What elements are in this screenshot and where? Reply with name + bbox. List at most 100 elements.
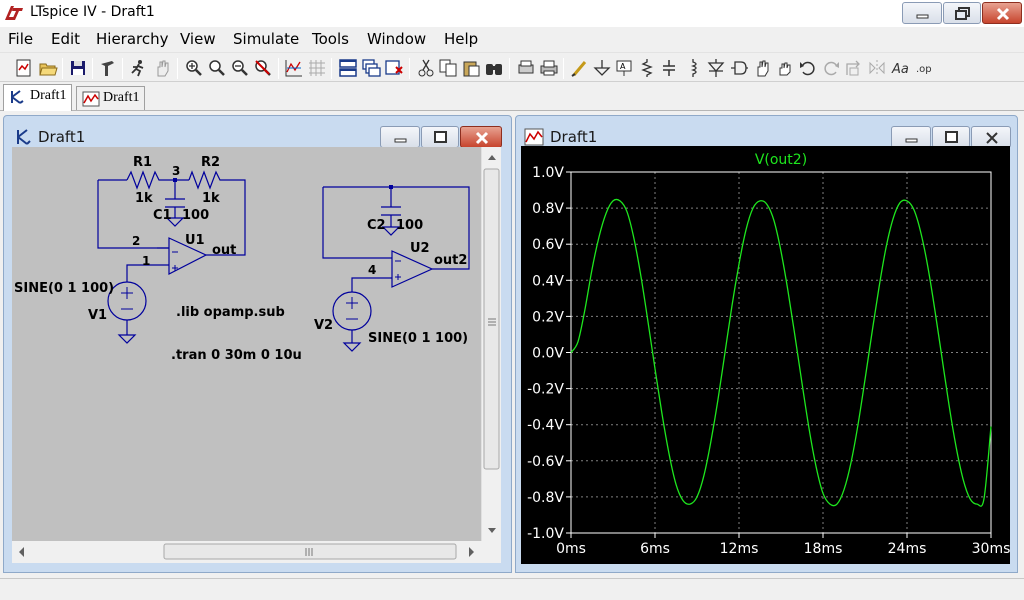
title-bar: LTspice IV - Draft1: [0, 0, 1024, 27]
ground-icon[interactable]: [592, 58, 612, 78]
menu-simulate[interactable]: Simulate: [233, 29, 299, 49]
waveform-chart[interactable]: V(out2) 1.0V 0.8V 0.6V 0.4V 0.2V 0.0V -0.2V -0.4…: [521, 146, 1010, 564]
text-icon[interactable]: Aa: [891, 58, 911, 78]
y-tick-label: 0.2V: [532, 309, 564, 325]
lib-directive[interactable]: .lib opamp.sub: [176, 305, 285, 320]
restore-button[interactable]: [943, 2, 981, 24]
menu-view[interactable]: View: [180, 29, 216, 49]
menu-edit[interactable]: Edit: [51, 29, 80, 49]
waveform-icon: [82, 91, 100, 107]
scroll-down-icon[interactable]: [488, 528, 496, 533]
y-tick-label: -0.2V: [527, 382, 564, 398]
control-panel-icon[interactable]: [98, 58, 118, 78]
menu-help[interactable]: Help: [444, 29, 478, 49]
u1-label[interactable]: U1: [185, 233, 205, 248]
r2-label[interactable]: R2: [201, 155, 220, 170]
zoom-out-icon[interactable]: [230, 58, 250, 78]
chart-title[interactable]: V(out2): [755, 152, 807, 168]
minimize-button[interactable]: [902, 2, 942, 24]
c1-label[interactable]: C1: [153, 208, 172, 223]
menu-tools[interactable]: Tools: [312, 29, 349, 49]
copy-icon[interactable]: [438, 58, 458, 78]
diode-icon[interactable]: [706, 58, 726, 78]
zoom-cancel-icon[interactable]: [253, 58, 273, 78]
v1-source-label[interactable]: SINE(0 1 100): [14, 281, 114, 296]
drag-icon[interactable]: [775, 58, 795, 78]
schematic-vertical-scrollbar[interactable]: [481, 147, 501, 541]
plot-minimize-button[interactable]: [891, 126, 931, 148]
r1-value[interactable]: 1k: [135, 191, 153, 206]
plot-window-title: Draft1: [550, 128, 598, 146]
autorange-icon[interactable]: [284, 58, 304, 78]
mirror-icon[interactable]: [867, 58, 887, 78]
c1-value[interactable]: 100: [182, 208, 209, 223]
document-tabs: Draft1 Draft1: [0, 83, 1024, 111]
menu-window[interactable]: Window: [367, 29, 426, 49]
close-icon: [996, 7, 1010, 21]
scroll-up-icon[interactable]: [488, 155, 496, 160]
print-preview-icon[interactable]: [516, 58, 536, 78]
component-icon[interactable]: [729, 58, 749, 78]
redo-icon[interactable]: [821, 58, 841, 78]
minimize-icon: [916, 14, 929, 19]
undo-icon[interactable]: [798, 58, 818, 78]
schematic-horizontal-scrollbar[interactable]: [12, 541, 481, 563]
y-tick-label: -0.6V: [527, 454, 564, 470]
v2-label[interactable]: V2: [314, 318, 333, 333]
zoom-in-icon[interactable]: [184, 58, 204, 78]
rotate-icon[interactable]: [844, 58, 864, 78]
halt-icon[interactable]: [152, 58, 172, 78]
label-net-icon[interactable]: A: [614, 58, 634, 78]
grid-icon[interactable]: [307, 58, 327, 78]
tab-label: Draft1: [30, 88, 67, 103]
y-tick-label: 1.0V: [532, 165, 564, 181]
capacitor-icon[interactable]: [659, 58, 679, 78]
resistor-icon[interactable]: [637, 58, 657, 78]
plot-maximize-button[interactable]: [932, 126, 970, 148]
open-icon[interactable]: [38, 58, 58, 78]
scroll-right-icon[interactable]: [469, 547, 474, 557]
scroll-thumb[interactable]: [163, 543, 457, 560]
close-button[interactable]: [982, 2, 1022, 24]
waveform-plot-pane[interactable]: V(out2) 1.0V 0.8V 0.6V 0.4V 0.2V 0.0V -0.2V -0.4…: [521, 146, 1010, 564]
run-icon[interactable]: [128, 58, 148, 78]
paste-icon[interactable]: [461, 58, 481, 78]
new-schematic-icon[interactable]: [14, 58, 34, 78]
r1-label[interactable]: R1: [133, 155, 152, 170]
schematic-icon: [11, 90, 24, 104]
y-tick-label: 0.8V: [532, 201, 564, 217]
move-icon[interactable]: [752, 58, 772, 78]
menu-file[interactable]: File: [8, 29, 33, 49]
inductor-icon[interactable]: [683, 58, 703, 78]
plot-close-button[interactable]: [971, 126, 1011, 148]
r2-value[interactable]: 1k: [202, 191, 220, 206]
save-icon[interactable]: [68, 58, 88, 78]
window-title: LTspice IV - Draft1: [30, 4, 155, 20]
status-bar: [0, 578, 1024, 600]
c2-value[interactable]: 100: [396, 218, 423, 233]
schematic-close-button[interactable]: [460, 126, 502, 148]
v2-source-label[interactable]: SINE(0 1 100): [368, 331, 468, 346]
tile-horizontal-icon[interactable]: [338, 58, 358, 78]
tran-directive[interactable]: .tran 0 30m 0 10u: [171, 348, 302, 363]
close-all-icon[interactable]: [384, 58, 404, 78]
schematic-minimize-button[interactable]: [380, 126, 420, 148]
scroll-left-icon[interactable]: [19, 547, 24, 557]
find-icon[interactable]: [484, 58, 504, 78]
x-tick-label: 30ms: [972, 541, 1010, 557]
schematic-maximize-button[interactable]: [421, 126, 459, 148]
tab-schematic[interactable]: Draft1: [3, 84, 72, 111]
cascade-icon[interactable]: [361, 58, 381, 78]
cut-icon[interactable]: [416, 58, 436, 78]
print-icon[interactable]: [539, 58, 559, 78]
spice-directive-icon[interactable]: .op: [914, 58, 934, 78]
zoom-area-icon[interactable]: [207, 58, 227, 78]
schematic-canvas[interactable]: R1 1k 3 R2 1k C1 100 2 U1 1 out SINE(0 1…: [12, 147, 481, 541]
draw-wire-icon[interactable]: [570, 58, 590, 78]
toolbar: A Aa .op: [0, 52, 1024, 82]
u2-label[interactable]: U2: [410, 241, 430, 256]
c2-label[interactable]: C2: [367, 218, 386, 233]
menu-hierarchy[interactable]: Hierarchy: [96, 29, 169, 49]
tab-waveform[interactable]: Draft1: [76, 86, 145, 110]
v1-label[interactable]: V1: [88, 308, 107, 323]
